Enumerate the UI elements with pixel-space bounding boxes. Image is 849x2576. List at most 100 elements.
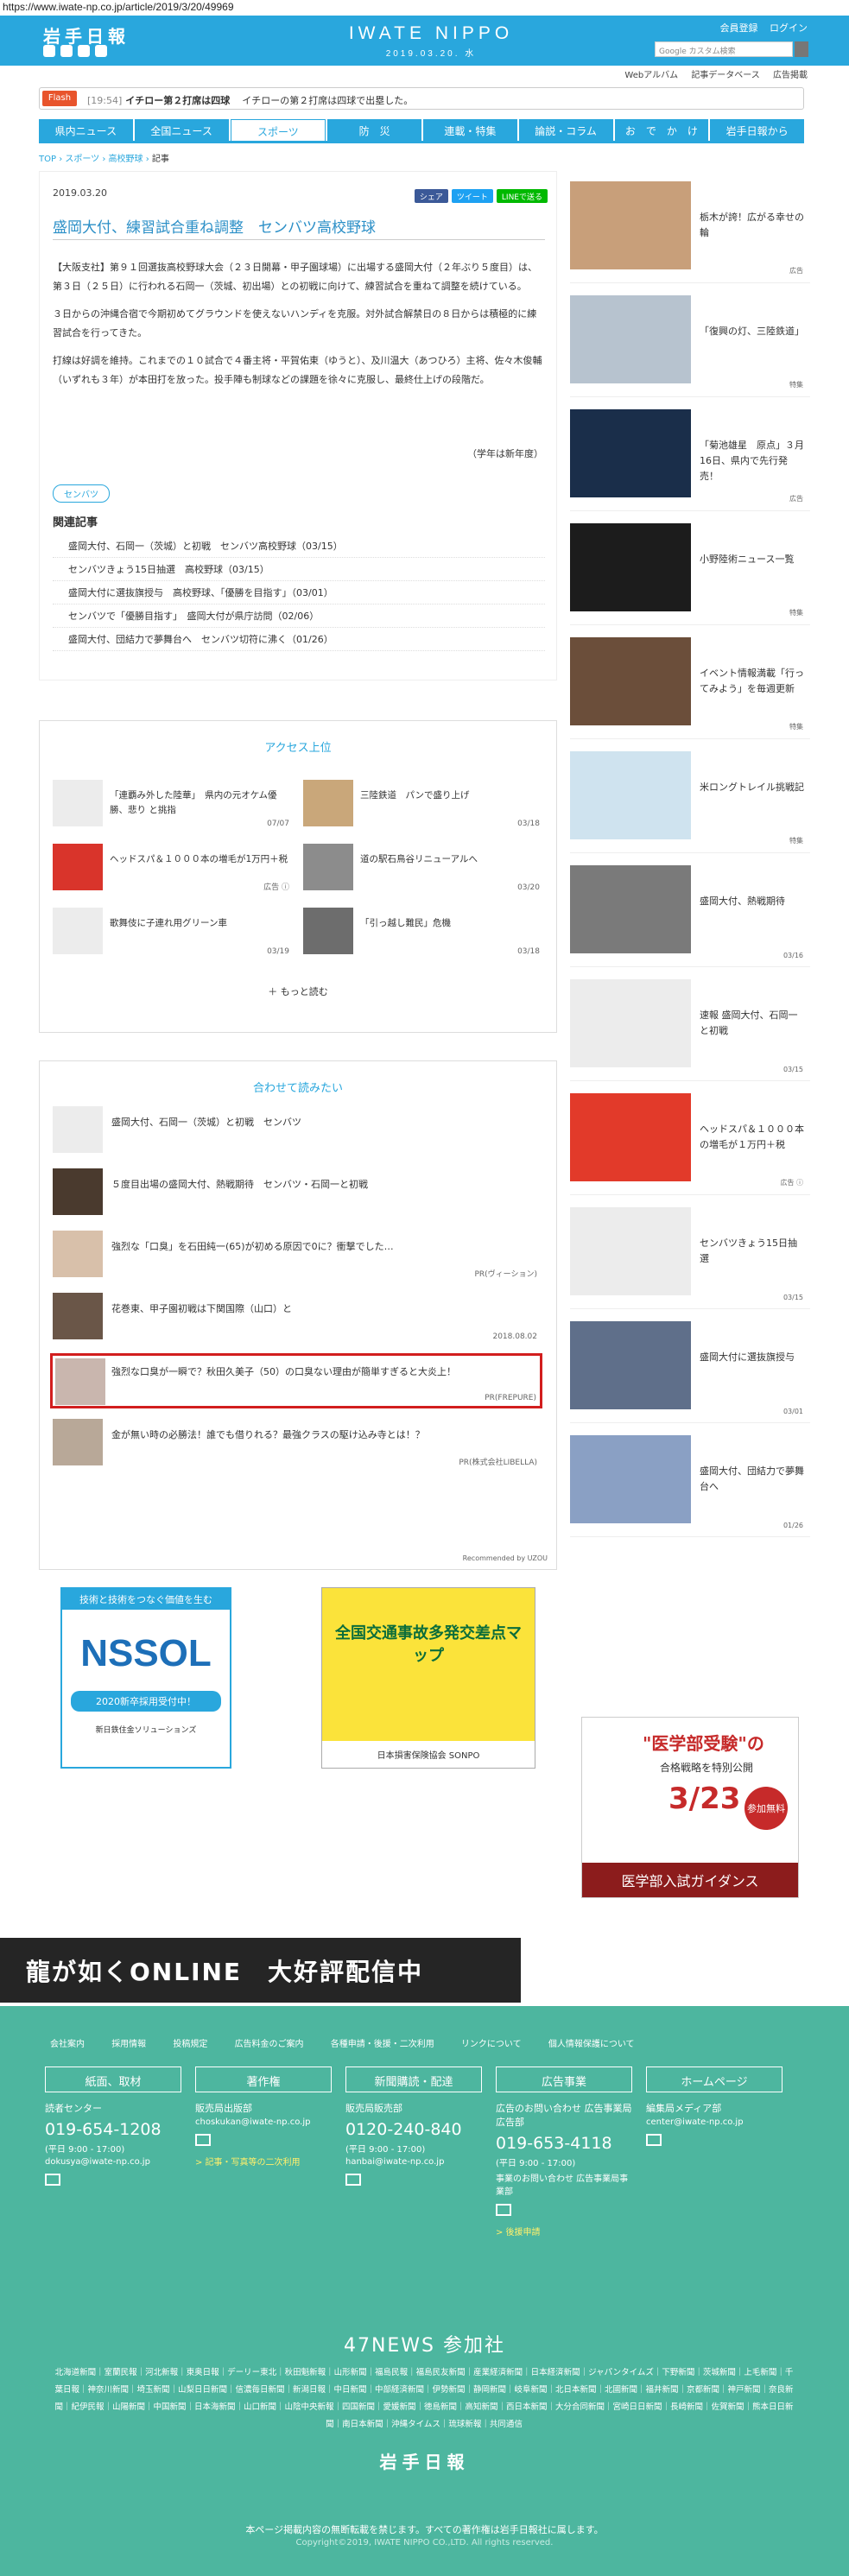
related-item[interactable]: センバツきょう15日抽選 高校野球（03/15） [53,558,545,581]
mail-icon[interactable] [195,2134,211,2146]
nav-column[interactable]: 論説・コラム [518,119,613,141]
recommend-item[interactable]: 花巻東、甲子園初戦は下関国際（山口）と 2018.08.02 [53,1293,541,1345]
footer-link[interactable]: 投稿規定 [173,2040,207,2049]
mail-icon[interactable] [646,2134,662,2146]
related-item[interactable]: センバツで「優勝目指す」 盛岡大付が県庁訪問（02/06） [53,604,545,628]
thumbnail [570,181,691,269]
share-buttons: シェア ツイート LINEで送る [414,189,548,203]
47news-title: 47NEWS 参加社 [343,2335,506,2357]
sidebar-item[interactable]: 盛岡大付、熱戦期待 03/16 [570,855,810,967]
sidebar-item[interactable]: センバツきょう15日抽選 03/15 [570,1197,810,1309]
footer-link[interactable]: 個人情報保護について [548,2040,635,2049]
sidebar-item[interactable]: 「復興の灯、三陸鉄道」 特集 [570,285,810,397]
search-input[interactable]: Google カスタム検索 [655,41,793,57]
ranking-item[interactable]: 「連覇み外した陸華」 県内の元オケム優勝、悲り と挑指 07/07 [53,780,295,828]
sidebar-item[interactable]: 栃木が誇！広がる幸せの輪 広告 [570,171,810,283]
register-link[interactable]: 会員登録 [720,22,758,34]
more-button[interactable]: ＋ もっと読む [40,984,556,998]
nav-sports[interactable]: スポーツ [230,119,326,141]
recommend-item[interactable]: 金が無い時の必勝法！誰でも借りれる？最強クラスの駆け込み寺とは！？ PR(株式会社… [53,1419,541,1471]
sidebar-item[interactable]: 「菊池雄星 原点」３月16日、県内で先行発売！ 広告 [570,399,810,511]
tag-badge[interactable]: センバツ [53,484,110,503]
secondary-use-link[interactable]: > 記事・写真等の二次利用 [195,2155,332,2168]
related-item[interactable]: 盛岡大付、団結力で夢舞台へ センバツ切符に沸く（01/26） [53,628,545,651]
social-icons [43,45,107,57]
crumb-top[interactable]: TOP [39,155,56,164]
footer-link[interactable]: 会社案内 [50,2040,85,2049]
sidebar-item[interactable]: ヘッドスパ＆１０００本の増毛が１万円＋税 広告 ⓘ [570,1083,810,1195]
paragraph: 【大阪支社】第９１回選抜高校野球大会（２３日開幕・甲子園球場）に出場する盛岡大付… [53,262,537,292]
flash-headline: イチロー第２打席は四球 [125,95,231,106]
recommend-item[interactable]: 盛岡大付、石岡一（茨城）と初戦 センバツ [53,1106,541,1158]
contact-column: 紙面、取材 読者センター 019-654-1208 (平日 9:00 - 17:00)… [45,2066,181,2189]
subnav-album[interactable]: Webアルバム [624,71,678,80]
ranking-item[interactable]: 「引っ越し難民」危機 03/18 [303,908,545,956]
phone-number[interactable]: 019-654-1208 [45,2120,181,2139]
sidebar-item[interactable]: 盛岡大付に選抜旗授与 03/01 [570,1311,810,1423]
facebook-icon[interactable] [60,45,73,57]
footer-link[interactable]: リンクについて [461,2040,522,2049]
phone-number[interactable]: 0120-240-840 [345,2120,482,2139]
site-logo[interactable]: 岩手日報 [43,22,130,47]
sidebar-item[interactable]: 米ロングトレイル挑戦記 特集 [570,741,810,853]
ranking-item[interactable]: 道の駅石鳥谷リニューアルへ 03/20 [303,844,545,892]
ranking-item[interactable]: 歌舞伎に子連れ用グリーン車 03/19 [53,908,295,956]
instagram-icon[interactable] [78,45,90,57]
nssol-ad[interactable]: 技術と技術をつなぐ価値を生む NSSOL 2020新卒採用受付中！ 新日鉄住金ソ… [60,1587,231,1769]
nav-national[interactable]: 全国ニュース [134,119,229,141]
sidebar-item[interactable]: イベント情報満載「行ってみよう」を毎週更新 特集 [570,627,810,739]
subnav-database[interactable]: 記事データベース [691,71,760,80]
paragraph: ３日からの沖縄合宿で今期初めてグラウンドを使えないハンディを克服。対外試合解禁日… [53,308,537,339]
crumb-hs-baseball[interactable]: 高校野球 [109,155,143,164]
crumb-sports[interactable]: スポーツ [65,155,99,164]
article: 2019.03.20 シェア ツイート LINEで送る 盛岡大付、練習試合重ね調… [39,171,557,680]
tweet-button[interactable]: ツイート [451,189,493,203]
mail-icon[interactable] [95,45,107,57]
mail-icon[interactable] [345,2174,361,2186]
medical-exam-ad[interactable]: "医学部受験"の 合格戦略を特別公開 3/23 参加無料 医学部入試ガイダンス [581,1717,799,1898]
nav-disaster[interactable]: 防 災 [327,119,421,141]
traffic-map-ad[interactable]: 全国交通事故多発交差点マップ 日本損害保険協会 SONPO [321,1587,535,1769]
47news-members[interactable]: 北海道新聞｜室蘭民報｜河北新報｜東奥日報｜デーリー東北｜秋田魁新報｜山形新聞｜福… [52,2364,796,2434]
ranking-item[interactable]: 三陸鉄道 パンで盛り上げ 03/18 [303,780,545,828]
brand[interactable]: IWATE NIPPO 2019.03.20. 水 [340,23,522,59]
phone-number[interactable]: 019-653-4118 [496,2134,632,2153]
paragraph: 打線は好調を維持。これまでの１０試合で４番主将・平賀佑東（ゆうと）、及川温大（あ… [53,355,542,385]
subnav-ad[interactable]: 広告掲載 [773,71,808,80]
related-item[interactable]: 盛岡大付、石岡一（茨城）と初戦 センバツ高校野球（03/15） [53,535,545,558]
recommend-credit[interactable]: Recommended by UZOU [463,1554,548,1562]
related-item[interactable]: 盛岡大付に選抜旗授与 高校野球、「優勝を目指す」（03/01） [53,581,545,604]
contact-column: 著作権 販売局出版部 choskukan@iwate-np.co.jp > 記事・写真… [195,2066,332,2168]
twitter-icon[interactable] [43,45,55,57]
footer-link[interactable]: 各種申請・後援・二次利用 [331,2040,434,2049]
sidebar-item[interactable]: 速報 盛岡大付、石岡一と初戦 03/15 [570,969,810,1081]
nav-outing[interactable]: お で か け [614,119,709,141]
main-nav: 県内ニュース 全国ニュース スポーツ 防 災 連載・特集 論説・コラム お で … [39,119,804,141]
url-bar[interactable]: https://www.iwate-np.co.jp/article/2019/… [0,0,849,16]
flash-body: イチローの第２打席は四球で出塁した。 [242,95,414,106]
recommend-item[interactable]: 強烈な「口臭」を石田純一(65)が初める原因で0に？衝撃でした… PR(ヴィーショ… [53,1231,541,1282]
sidebar-item[interactable]: 小野陸術ニュース一覧 特集 [570,513,810,625]
nav-from-iwate[interactable]: 岩手日報から [710,119,804,141]
footer-link[interactable]: 採用情報 [111,2040,146,2049]
mail-icon[interactable] [496,2204,511,2216]
breadcrumb: TOP › スポーツ › 高校野球 › 記事 [39,155,169,164]
nav-local[interactable]: 県内ニュース [39,119,133,141]
footer-logo[interactable]: 岩手日報 [0,2448,849,2473]
recommend-item-highlighted[interactable]: 強烈な口臭が一瞬で？秋田久美子（50）の口臭ない理由が簡単すぎると大炎上！ PR(… [50,1353,542,1408]
login-link[interactable]: ログイン [770,22,808,34]
sidebar-item[interactable]: 盛岡大付、団結力で夢舞台へ 01/26 [570,1425,810,1537]
facebook-share-button[interactable]: シェア [414,189,448,203]
game-banner[interactable]: 龍が如くONLINE 大好評配信中 [0,1938,521,2003]
search-button[interactable] [795,41,808,57]
ranking-item[interactable]: ヘッドスパ＆１０００本の増毛が1万円＋税 広告 ⓘ [53,844,295,892]
recommend-item[interactable]: ５度目出場の盛岡大付、熱戦期待 センバツ・石岡一と初戦 [53,1168,541,1220]
mail-icon[interactable] [45,2174,60,2186]
nav-series[interactable]: 連載・特集 [423,119,517,141]
flash-news[interactable]: Flash [19:54] イチロー第２打席は四球 イチローの第２打席は四球で出塁し… [39,87,804,110]
line-button[interactable]: LINEで送る [496,189,548,203]
thumbnail [570,637,691,725]
thumbnail [570,1207,691,1295]
footer-link[interactable]: 広告料金のご案内 [235,2040,304,2049]
sponsorship-link[interactable]: > 後援申請 [496,2225,632,2237]
